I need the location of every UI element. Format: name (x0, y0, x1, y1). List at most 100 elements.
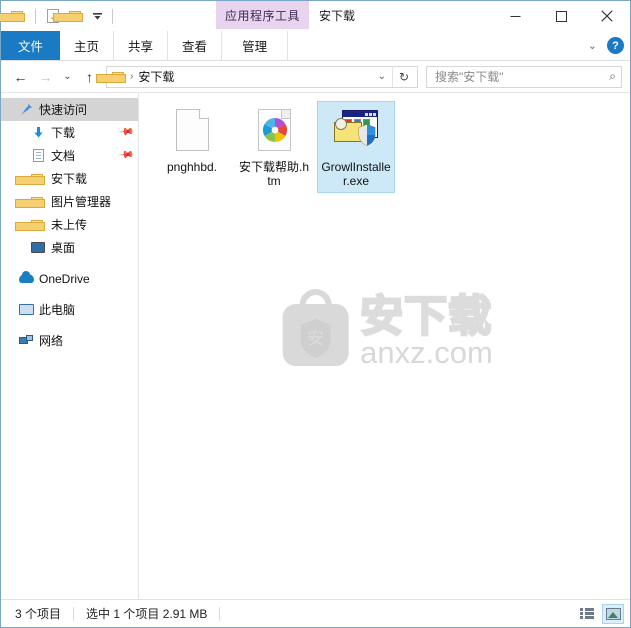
status-divider (73, 606, 75, 621)
maximize-button[interactable] (538, 1, 584, 31)
sidebar-item-not-uploaded[interactable]: 未上传 (1, 213, 138, 236)
address-bar: ← → ⌄ ↑ › 安下载 ⌄ ↻ 搜索"安下载" ⌕ (1, 61, 630, 92)
folder-icon[interactable] (0, 7, 27, 25)
sidebar-item-network[interactable]: 网络 (1, 329, 138, 352)
help-button[interactable]: ? (607, 37, 624, 54)
selection-info-label: 选中 1 个项目 2.91 MB (86, 607, 208, 621)
file-item-pnghhbd[interactable]: pnghhbd. (153, 101, 231, 193)
path-dropdown-icon[interactable]: ⌄ (372, 71, 392, 82)
site-watermark: 安 安下载 anxz.com (276, 288, 493, 371)
details-view-icon (579, 608, 595, 619)
sidebar-item-label: 此电脑 (39, 303, 76, 317)
folder-icon (15, 173, 47, 185)
sidebar-item-label: OneDrive (39, 271, 90, 286)
ribbon-right-controls: ⌄ ? (588, 31, 624, 60)
sidebar-item-desktop[interactable]: 桌面 (1, 236, 138, 259)
file-item-growlinstaller[interactable]: GrowlInstaller.exe (317, 101, 395, 193)
desktop-icon (29, 242, 47, 253)
tab-share[interactable]: 共享 (113, 31, 169, 60)
html-document-icon (250, 106, 298, 154)
ribbon-tab-strip: 文件 主页 共享 查看 管理 ⌄ ? (1, 31, 630, 61)
sidebar-item-label: 安下载 (51, 172, 88, 186)
blank-document-icon (168, 106, 216, 154)
tab-home[interactable]: 主页 (60, 31, 113, 60)
sidebar-item-label: 快速访问 (39, 103, 88, 117)
shield-icon (358, 124, 376, 146)
watermark-text: 安下载 anxz.com (359, 293, 493, 370)
folder-icon (15, 196, 47, 208)
search-icon: ⌕ (609, 69, 616, 83)
tab-manage[interactable]: 管理 (221, 31, 289, 60)
sidebar-item-downloads[interactable]: 下载 📌 (1, 121, 138, 144)
watermark-shield-char: 安 (307, 329, 324, 348)
sidebar-item-picture-manager[interactable]: 图片管理器 (1, 190, 138, 213)
details-view-button[interactable] (576, 604, 598, 624)
chevron-down-icon (92, 12, 102, 20)
breadcrumb-separator: › (130, 71, 134, 82)
cloud-icon (17, 271, 35, 283)
status-bar: 3 个项目 选中 1 个项目 2.91 MB (1, 599, 630, 627)
file-item-help-htm[interactable]: 安下载帮助.htm (235, 101, 313, 193)
watermark-domain: anxz.com (360, 335, 493, 370)
sidebar-item-label: 网络 (39, 334, 64, 348)
close-icon (601, 10, 613, 22)
sidebar-item-anxiazai[interactable]: 安下载 (1, 167, 138, 190)
folder-icon (15, 219, 47, 231)
window-title: 安下载 (319, 8, 356, 23)
back-button[interactable]: ← (9, 65, 32, 88)
file-name: GrowlInstaller.exe (321, 160, 391, 188)
navigation-pane: 快速访问 下载 📌 文档 📌 安下载 图片管理器 未上传 桌面 OneDrive… (1, 93, 139, 599)
view-toggle-group (576, 603, 624, 624)
file-list-pane[interactable]: pnghhbd. 安下载帮助.htm GrowlInstaller.exe 安 … (139, 93, 630, 599)
minimize-icon (510, 15, 520, 17)
downloads-icon (29, 126, 47, 139)
close-button[interactable] (584, 1, 630, 31)
tab-file[interactable]: 文件 (1, 31, 61, 60)
tab-view[interactable]: 查看 (168, 31, 221, 60)
breadcrumb[interactable]: › 安下载 ⌄ ↻ (96, 65, 418, 88)
minimize-button[interactable] (492, 1, 538, 31)
search-box[interactable]: 搜索"安下载" ⌕ (426, 65, 622, 88)
sidebar-item-label: 桌面 (51, 241, 76, 255)
toolbar-divider-2 (112, 8, 113, 24)
sidebar-item-label: 下载 (51, 126, 76, 140)
file-grid: pnghhbd. 安下载帮助.htm GrowlInstaller.exe (139, 93, 630, 193)
watermark-chinese: 安下载 (359, 293, 493, 341)
pin-star-icon (17, 103, 35, 116)
sidebar-item-quick-access[interactable]: 快速访问 (1, 98, 138, 121)
large-icons-view-button[interactable] (602, 603, 624, 624)
recent-locations-button[interactable]: ⌄ (59, 65, 76, 88)
documents-icon (29, 149, 47, 162)
file-name: 安下载帮助.htm (238, 160, 309, 188)
title-bar: ✓ 应用程序工具 安下载 (0, 1, 630, 31)
search-input[interactable]: 搜索"安下载" (435, 68, 609, 85)
explorer-body: 快速访问 下载 📌 文档 📌 安下载 图片管理器 未上传 桌面 OneDrive… (1, 92, 630, 599)
new-folder-icon[interactable] (53, 7, 85, 25)
collapse-ribbon-button[interactable]: ⌄ (588, 39, 597, 52)
sidebar-item-documents[interactable]: 文档 📌 (1, 144, 138, 167)
refresh-button[interactable]: ↻ (392, 66, 415, 87)
maximize-icon (555, 10, 567, 22)
window-controls (492, 1, 630, 31)
status-divider-2 (219, 606, 221, 621)
item-count-label: 3 个项目 (15, 607, 62, 621)
file-name: pnghhbd. (166, 160, 218, 174)
contextual-tab-header: 应用程序工具 (216, 1, 309, 29)
forward-button[interactable]: → (34, 65, 57, 88)
customize-dropdown-icon[interactable] (90, 7, 104, 25)
sidebar-item-this-pc[interactable]: 此电脑 (1, 298, 138, 321)
toolbar-divider (35, 8, 36, 24)
installer-exe-icon (332, 106, 380, 154)
breadcrumb-right: ⌄ ↻ (372, 66, 415, 87)
network-icon (17, 335, 35, 346)
breadcrumb-path[interactable]: 安下载 (138, 68, 174, 85)
sidebar-item-label: 文档 (51, 149, 76, 163)
sidebar-item-onedrive[interactable]: OneDrive (1, 267, 138, 290)
file-explorer-window: ✓ 应用程序工具 安下载 (0, 0, 631, 628)
sidebar-item-label: 未上传 (51, 218, 88, 232)
pin-icon[interactable]: 📌 (117, 124, 134, 140)
pin-icon[interactable]: 📌 (117, 147, 134, 163)
